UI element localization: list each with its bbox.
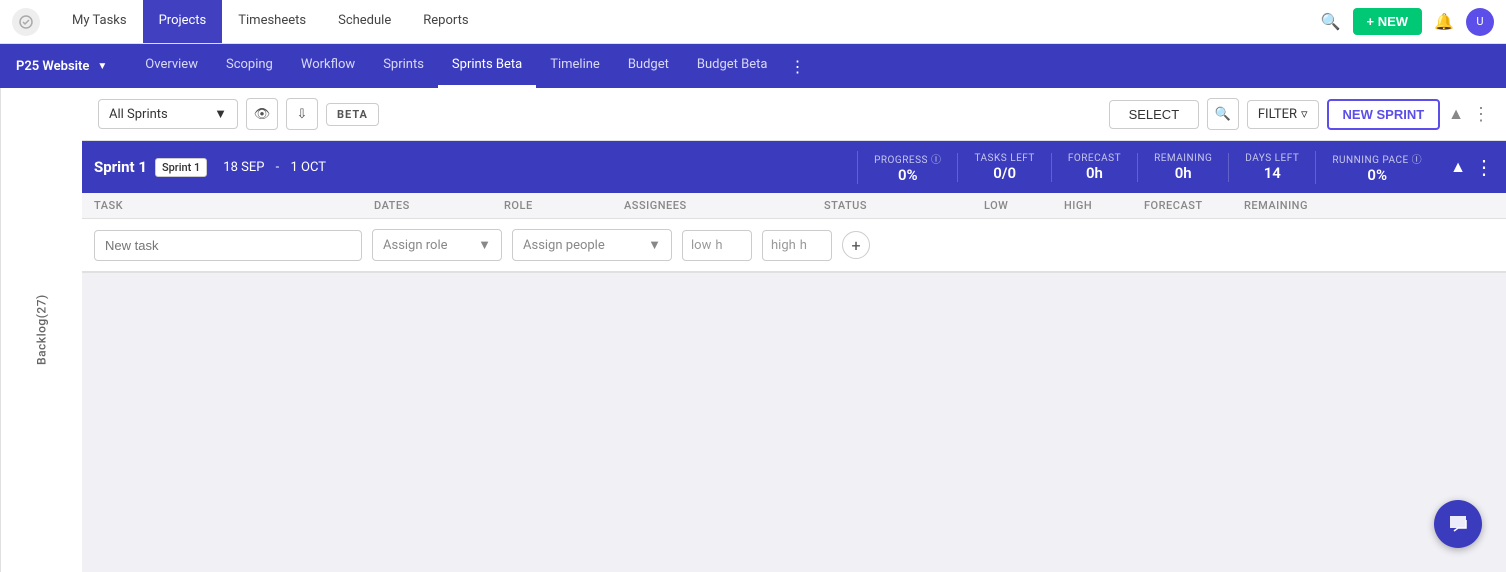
col-remaining: REMAINING [1244, 199, 1354, 212]
app-logo [12, 8, 40, 36]
filter-button[interactable]: FILTER ▿ [1247, 100, 1319, 129]
assign-role-dropdown[interactable]: Assign role ▼ [372, 229, 502, 261]
col-role: ROLE [504, 199, 624, 212]
new-button[interactable]: + NEW [1353, 8, 1423, 35]
search-icon[interactable]: 🔍 [1321, 12, 1341, 31]
tab-overview[interactable]: Overview [131, 44, 212, 88]
forecast-value: 0h [1068, 164, 1121, 182]
top-nav-right: 🔍 + NEW 🔔 U [1321, 8, 1494, 36]
filter-label: FILTER [1258, 107, 1297, 122]
notification-icon[interactable]: 🔔 [1434, 12, 1454, 31]
project-name[interactable]: P25 Website [16, 59, 89, 74]
tab-projects[interactable]: Projects [143, 0, 223, 43]
high-suffix: h [800, 238, 807, 253]
sprint-title-tooltip: Sprint 1 [155, 158, 207, 177]
progress-value: 0% [874, 166, 941, 184]
low-suffix: h [715, 238, 722, 253]
remaining-value: 0h [1154, 164, 1212, 182]
visibility-toggle-button[interactable]: 👁 [246, 98, 278, 130]
tab-workflow[interactable]: Workflow [287, 44, 369, 88]
tab-scoping[interactable]: Scoping [212, 44, 287, 88]
col-forecast: FORECAST [1144, 199, 1244, 212]
sidebar: Backlog(27) [0, 88, 82, 572]
col-task: TASK [94, 199, 374, 212]
sprint-stat-progress: PROGRESS ⓘ 0% [857, 151, 957, 184]
top-nav-tabs: My Tasks Projects Timesheets Schedule Re… [56, 0, 485, 43]
low-placeholder: low [691, 238, 711, 253]
chevron-down-icon: ▼ [478, 237, 491, 253]
sprint-header: Sprint 1 Sprint 1 18 SEP - 1 OCT PROGRES… [82, 141, 1506, 193]
tab-budget-beta[interactable]: Budget Beta [683, 44, 782, 88]
sprint-collapse-icon[interactable]: ▲ [1450, 157, 1466, 177]
tab-sprints[interactable]: Sprints [369, 44, 438, 88]
low-hours-input[interactable]: low h [682, 230, 752, 261]
high-placeholder: high [771, 238, 796, 253]
col-dates: DATES [374, 199, 504, 212]
sprint-stat-tasks-left: TASKS LEFT 0/0 [957, 153, 1050, 182]
chevron-down-icon: ▼ [648, 237, 661, 253]
main-content: All Sprints ▼ 👁 ⇩ BETA SELECT 🔍 FILTER ▿… [82, 88, 1506, 572]
sprint-stat-remaining: REMAINING 0h [1137, 153, 1228, 182]
assign-people-dropdown[interactable]: Assign people ▼ [512, 229, 672, 261]
sprint-date-end: 1 OCT [291, 160, 327, 175]
tab-schedule[interactable]: Schedule [322, 0, 407, 43]
beta-badge: BETA [326, 103, 379, 126]
project-nav-tabs: Overview Scoping Workflow Sprints Sprint… [131, 44, 781, 88]
divider [82, 272, 1506, 273]
assign-people-label: Assign people [523, 238, 605, 253]
more-icon[interactable]: ⋮ [789, 57, 805, 76]
high-hours-input[interactable]: high h [762, 230, 832, 261]
col-assignees: ASSIGNEES [624, 199, 824, 212]
sprint-more-icon[interactable]: ⋮ [1474, 155, 1494, 179]
sidebar-backlog-label: Backlog(27) [35, 295, 49, 366]
col-status: STATUS [824, 199, 984, 212]
top-nav: My Tasks Projects Timesheets Schedule Re… [0, 0, 1506, 44]
all-sprints-label: All Sprints [109, 107, 168, 122]
select-button[interactable]: SELECT [1109, 100, 1199, 129]
col-high: HIGH [1064, 199, 1144, 212]
more-options-icon[interactable]: ⋮ [1472, 104, 1490, 125]
sprint-stat-forecast: FORECAST 0h [1051, 153, 1137, 182]
tasks-left-value: 0/0 [974, 164, 1034, 182]
tab-budget[interactable]: Budget [614, 44, 683, 88]
sprint-dates: 18 SEP - 1 OCT [223, 160, 326, 175]
collapse-icon[interactable]: ▲ [1448, 104, 1464, 124]
download-button[interactable]: ⇩ [286, 98, 318, 130]
project-nav: P25 Website ▼ Overview Scoping Workflow … [0, 44, 1506, 88]
chevron-down-icon: ▼ [214, 106, 227, 122]
sprint-date-start: 18 SEP [223, 160, 264, 175]
tab-timesheets[interactable]: Timesheets [222, 0, 322, 43]
new-task-input[interactable] [94, 230, 362, 261]
new-sprint-button[interactable]: NEW SPRINT [1327, 99, 1441, 130]
search-button[interactable]: 🔍 [1207, 98, 1239, 130]
running-pace-value: 0% [1332, 166, 1422, 184]
filter-icon: ▿ [1301, 107, 1308, 122]
col-low: LOW [984, 199, 1064, 212]
chat-bubble[interactable] [1434, 500, 1482, 548]
toolbar: All Sprints ▼ 👁 ⇩ BETA SELECT 🔍 FILTER ▿… [82, 88, 1506, 141]
all-sprints-dropdown[interactable]: All Sprints ▼ [98, 99, 238, 129]
column-headers: TASK DATES ROLE ASSIGNEES STATUS LOW HIG… [82, 193, 1506, 219]
tab-timeline[interactable]: Timeline [536, 44, 614, 88]
sprint-stat-days-left: DAYS LEFT 14 [1228, 153, 1315, 182]
content-area: Backlog(27) All Sprints ▼ 👁 ⇩ BETA SELEC… [0, 88, 1506, 572]
tab-my-tasks[interactable]: My Tasks [56, 0, 143, 43]
tab-reports[interactable]: Reports [407, 0, 484, 43]
days-left-value: 14 [1245, 164, 1299, 182]
sprint-date-separator: - [276, 160, 280, 175]
assign-role-label: Assign role [383, 238, 448, 253]
chevron-down-icon[interactable]: ▼ [97, 61, 107, 72]
avatar[interactable]: U [1466, 8, 1494, 36]
sprint-header-actions: ▲ ⋮ [1450, 155, 1494, 179]
add-row-button[interactable]: + [842, 231, 870, 259]
sprint-section: Sprint 1 Sprint 1 18 SEP - 1 OCT PROGRES… [82, 141, 1506, 572]
sprint-stat-running-pace: RUNNING PACE ⓘ 0% [1315, 151, 1438, 184]
new-task-row: Assign role ▼ Assign people ▼ low h high… [82, 219, 1506, 272]
tab-sprints-beta[interactable]: Sprints Beta [438, 44, 536, 88]
sprint-title: Sprint 1 [94, 158, 147, 176]
